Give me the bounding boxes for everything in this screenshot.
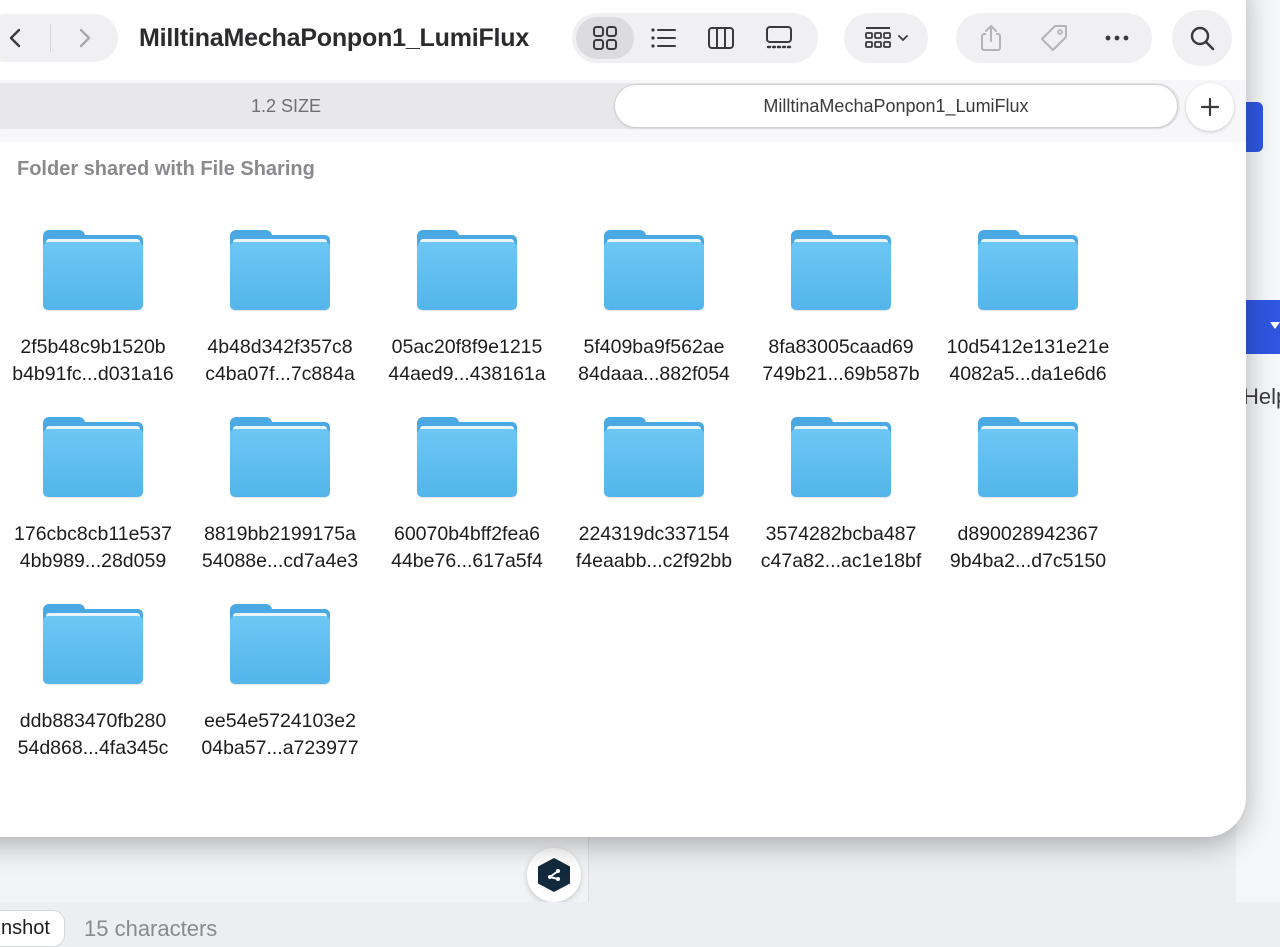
folder-name: 4b48d342f357c8 c4ba07f...7c884a xyxy=(205,336,355,385)
tag-button[interactable] xyxy=(1026,16,1082,60)
folder-icon xyxy=(978,417,1078,497)
column-view-icon xyxy=(708,27,734,49)
folder-name: 10d5412e131e21e 4082a5...da1e6d6 xyxy=(946,336,1110,385)
folder-name: 8fa83005caad69 749b21...69b587b xyxy=(762,336,920,385)
folder-item[interactable]: d890028942367 9b4ba2...d7c5150 xyxy=(935,417,1121,595)
folder-item[interactable]: 8819bb2199175a 54088e...cd7a4e3 xyxy=(187,417,373,595)
navigation-buttons xyxy=(0,14,118,62)
folder-icon xyxy=(791,230,891,310)
folder-icon xyxy=(43,604,143,684)
chevron-left-icon xyxy=(9,28,20,48)
icon-view-icon xyxy=(593,26,617,50)
tab-bar: 1.2 SIZE MilltinaMechaPonpon1_LumiFlux xyxy=(0,80,1246,142)
tab-current-folder[interactable]: MilltinaMechaPonpon1_LumiFlux xyxy=(614,84,1178,128)
gallery-view-button[interactable] xyxy=(750,17,808,59)
section-header: Folder shared with File Sharing xyxy=(17,158,315,180)
list-view-icon xyxy=(651,28,676,48)
search-icon xyxy=(1190,26,1215,51)
folder-name: 224319dc337154 f4eaabb...c2f92bb xyxy=(575,523,733,572)
folder-item[interactable]: 8fa83005caad69 749b21...69b587b xyxy=(748,230,934,408)
icon-view-button[interactable] xyxy=(576,17,634,59)
finder-window: MilltinaMechaPonpon1_LumiFlux 1.2 SIZE M… xyxy=(0,0,1246,837)
tag-icon xyxy=(1040,25,1067,51)
assistant-logo-icon xyxy=(538,858,570,892)
view-mode-switcher xyxy=(572,13,818,63)
gallery-view-icon xyxy=(766,26,792,49)
list-view-button[interactable] xyxy=(634,17,692,59)
caret-down-icon xyxy=(1270,322,1280,329)
chevron-right-icon xyxy=(80,28,91,48)
share-icon xyxy=(981,25,1002,51)
more-button[interactable] xyxy=(1089,16,1145,60)
folder-item[interactable]: 10d5412e131e21e 4082a5...da1e6d6 xyxy=(935,230,1121,408)
folder-icon xyxy=(43,417,143,497)
folder-name: 2f5b48c9b1520b b4b91fc...d031a16 xyxy=(12,336,174,385)
folder-name: 8819bb2199175a 54088e...cd7a4e3 xyxy=(201,523,359,572)
folder-icon xyxy=(604,230,704,310)
background-help-link[interactable]: Help xyxy=(1243,384,1280,410)
folder-item[interactable]: 4b48d342f357c8 c4ba07f...7c884a xyxy=(187,230,373,408)
action-buttons xyxy=(956,13,1152,63)
folder-item[interactable]: ddb883470fb280 54d868...4fa345c xyxy=(0,604,186,782)
folder-name: ddb883470fb280 54d868...4fa345c xyxy=(17,710,169,759)
folder-icon xyxy=(978,230,1078,310)
new-tab-button[interactable] xyxy=(1186,83,1234,131)
folder-item[interactable]: ee54e5724103e2 04ba57...a723977 xyxy=(187,604,373,782)
folder-icon xyxy=(791,417,891,497)
more-icon xyxy=(1105,35,1129,41)
chevron-down-icon xyxy=(898,35,908,42)
folder-name: 5f409ba9f562ae 84daaa...882f054 xyxy=(578,336,730,385)
folder-name: d890028942367 9b4ba2...d7c5150 xyxy=(949,523,1107,572)
folder-name: 176cbc8cb11e537 4bb989...28d059 xyxy=(14,523,172,572)
folder-item[interactable]: 60070b4bff2fea6 44be76...617a5f4 xyxy=(374,417,560,595)
folder-item[interactable]: 2f5b48c9b1520b b4b91fc...d031a16 xyxy=(0,230,186,408)
back-button[interactable] xyxy=(0,14,50,62)
folder-icon xyxy=(417,230,517,310)
window-title: MilltinaMechaPonpon1_LumiFlux xyxy=(139,24,530,52)
folder-icon xyxy=(230,604,330,684)
folder-icon xyxy=(230,230,330,310)
folder-item[interactable]: 05ac20f8f9e1215 44aed9...438161a xyxy=(374,230,560,408)
folder-name: 3574282bcba487 c47a82...ac1e18bf xyxy=(760,523,922,572)
folder-name: 60070b4bff2fea6 44be76...617a5f4 xyxy=(391,523,543,572)
folder-item[interactable]: 224319dc337154 f4eaabb...c2f92bb xyxy=(561,417,747,595)
assistant-fab-button[interactable] xyxy=(527,848,581,902)
folder-icon xyxy=(604,417,704,497)
toolbar: MilltinaMechaPonpon1_LumiFlux xyxy=(0,0,1246,80)
background-tab-chip[interactable]: nshot xyxy=(0,910,65,947)
folder-icon xyxy=(230,417,330,497)
search-button[interactable] xyxy=(1172,10,1232,66)
column-view-button[interactable] xyxy=(692,17,750,59)
tab-size[interactable]: 1.2 SIZE xyxy=(0,83,592,129)
character-count: 15 characters xyxy=(84,916,218,941)
folder-icon xyxy=(417,417,517,497)
folder-icon xyxy=(43,230,143,310)
folder-item[interactable]: 5f409ba9f562ae 84daaa...882f054 xyxy=(561,230,747,408)
share-button[interactable] xyxy=(963,16,1019,60)
folder-item[interactable]: 3574282bcba487 c47a82...ac1e18bf xyxy=(748,417,934,595)
group-by-icon xyxy=(865,27,891,48)
group-by-button[interactable] xyxy=(844,13,928,63)
folder-item[interactable]: 176cbc8cb11e537 4bb989...28d059 xyxy=(0,417,186,595)
plus-icon xyxy=(1200,97,1220,117)
forward-button[interactable] xyxy=(51,14,119,62)
folder-name: ee54e5724103e2 04ba57...a723977 xyxy=(201,710,359,759)
folder-name: 05ac20f8f9e1215 44aed9...438161a xyxy=(388,336,546,385)
